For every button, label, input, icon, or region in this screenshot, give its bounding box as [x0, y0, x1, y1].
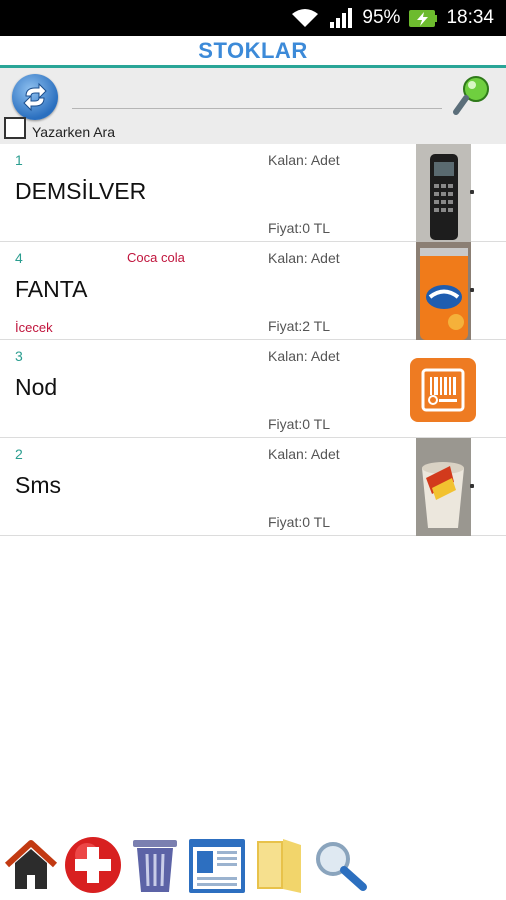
list-item[interactable]: 1 DEMSİLVER Kalan: Adet Fiyat:0 TL [0, 144, 506, 242]
phone-photo [416, 144, 471, 242]
item-arrow-icon [470, 190, 474, 194]
home-button[interactable] [0, 832, 62, 898]
battery-percent: 95% [362, 7, 401, 28]
item-price: Fiyat:0 TL [268, 220, 330, 236]
item-stock: Kalan: Adet [268, 446, 340, 462]
battery-icon [409, 10, 438, 27]
search-underline [72, 108, 442, 109]
item-stock: Kalan: Adet [268, 250, 340, 266]
item-name: Nod [15, 374, 58, 400]
type-search-label: Yazarken Ara [32, 124, 116, 140]
list-view-button[interactable] [186, 832, 248, 898]
list-item[interactable]: 3 Nod Kalan: Adet Fiyat:0 TL [0, 340, 506, 438]
refresh-button[interactable] [12, 74, 58, 120]
item-arrow-icon [470, 288, 474, 292]
item-category: İcecek [15, 320, 53, 335]
list-item[interactable]: 4 Coca cola FANTA İcecek Kalan: Adet Fiy… [0, 242, 506, 340]
type-search-checkbox[interactable] [4, 117, 26, 139]
status-bar: 95% 18:34 [0, 0, 506, 36]
item-name: FANTA [15, 276, 88, 302]
search-area: Yazarken Ara [0, 68, 506, 144]
title-bar: STOKLAR [0, 36, 506, 68]
item-stock: Kalan: Adet [268, 152, 340, 168]
delete-button[interactable] [124, 832, 186, 898]
item-note: Coca cola [127, 250, 185, 265]
item-price: Fiyat:0 TL [268, 514, 330, 530]
item-stock: Kalan: Adet [268, 348, 340, 364]
item-name: DEMSİLVER [15, 178, 147, 204]
item-arrow-icon [470, 484, 474, 488]
barcode-icon [410, 358, 476, 422]
stock-list: 1 DEMSİLVER Kalan: Adet Fiyat:0 TL 4 Coc… [0, 144, 506, 536]
item-name: Sms [15, 472, 61, 498]
list-view-icon [189, 839, 245, 893]
item-price: Fiyat:0 TL [268, 416, 330, 432]
item-number: 1 [15, 152, 23, 168]
add-button[interactable] [62, 832, 124, 898]
trash-icon [133, 840, 177, 892]
list-item[interactable]: 2 Sms Kalan: Adet Fiyat:0 TL [0, 438, 506, 536]
type-search-option[interactable]: Yazarken Ara [4, 116, 115, 140]
item-number: 2 [15, 446, 23, 462]
wifi-icon [292, 9, 319, 27]
search-tool-button[interactable] [310, 832, 372, 898]
folder-button[interactable] [248, 832, 310, 898]
add-icon [65, 837, 121, 893]
refresh-icon [23, 82, 47, 112]
item-number: 3 [15, 348, 23, 364]
item-price: Fiyat:2 TL [268, 318, 330, 334]
magnifier-icon [316, 842, 367, 891]
clock: 18:34 [446, 7, 494, 28]
page-title: STOKLAR [198, 37, 308, 63]
search-button[interactable] [452, 74, 492, 116]
fanta-can-photo [416, 242, 471, 340]
item-number: 4 [15, 250, 23, 266]
bottom-toolbar [0, 830, 506, 900]
folder-icon [257, 839, 301, 893]
search-input[interactable] [72, 80, 442, 108]
signal-icon [330, 8, 353, 28]
cup-photo [416, 438, 471, 536]
home-icon [4, 840, 58, 889]
